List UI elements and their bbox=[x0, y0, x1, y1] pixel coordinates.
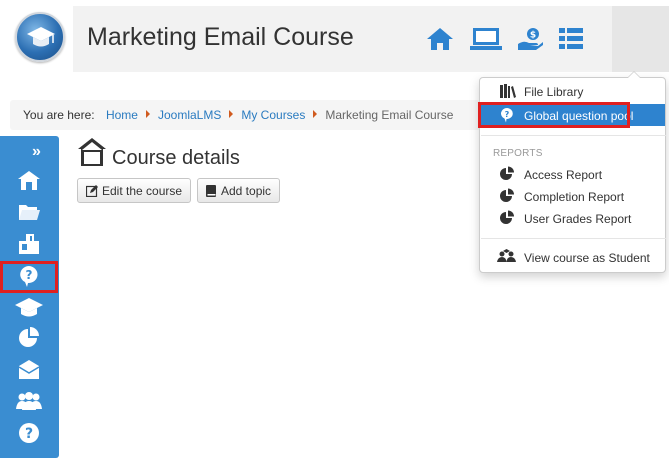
menu-divider bbox=[481, 135, 666, 136]
home-icon[interactable] bbox=[426, 26, 454, 52]
sidebar-highlight-frame bbox=[0, 261, 58, 293]
breadcrumb-separator bbox=[313, 110, 318, 118]
header-title-bar: Marketing Email Course $ bbox=[73, 6, 612, 72]
laptop-icon[interactable] bbox=[469, 26, 503, 52]
graduation-cap-icon[interactable] bbox=[14, 295, 44, 319]
menu-item-file-library[interactable]: File Library bbox=[480, 80, 665, 102]
books-icon bbox=[500, 84, 516, 98]
breadcrumb-joomlalms-link[interactable]: JoomlaLMS bbox=[158, 108, 221, 122]
hand-coin-icon[interactable]: $ bbox=[516, 26, 544, 52]
menu-item-label: View course as Student bbox=[524, 251, 650, 265]
menu-item-label: Completion Report bbox=[524, 190, 625, 204]
menu-list-icon[interactable] bbox=[557, 26, 585, 52]
course-home-icon bbox=[78, 138, 106, 166]
pie-chart-icon bbox=[500, 166, 514, 180]
graduation-cap-icon bbox=[27, 27, 55, 47]
book-icon bbox=[206, 185, 216, 197]
sidebar-collapse-button[interactable]: » bbox=[32, 143, 41, 161]
breadcrumb-prefix: You are here: bbox=[23, 108, 95, 122]
pie-chart-icon bbox=[500, 188, 514, 202]
menu-item-label: User Grades Report bbox=[524, 212, 632, 226]
menu-item-label: Access Report bbox=[524, 168, 603, 182]
header-right-panel bbox=[612, 6, 669, 72]
menu-item-label: File Library bbox=[524, 85, 584, 99]
page-header-title: Marketing Email Course bbox=[87, 23, 354, 51]
pie-chart-icon[interactable] bbox=[17, 326, 41, 350]
breadcrumb-current: Marketing Email Course bbox=[325, 108, 454, 122]
menu-item-user-grades-report[interactable]: User Grades Report bbox=[480, 207, 665, 229]
add-topic-button-label: Add topic bbox=[221, 184, 272, 198]
menu-item-completion-report[interactable]: Completion Report bbox=[480, 185, 665, 207]
students-icon bbox=[497, 249, 516, 262]
breadcrumb-separator bbox=[229, 110, 234, 118]
edit-icon bbox=[86, 185, 98, 197]
add-topic-button[interactable]: Add topic bbox=[197, 178, 281, 203]
page-title: Course details bbox=[112, 147, 240, 169]
help-icon[interactable]: ? bbox=[17, 421, 41, 445]
menu-item-view-as-student[interactable]: View course as Student bbox=[480, 246, 665, 268]
breadcrumb-separator bbox=[145, 110, 150, 118]
edit-course-button[interactable]: Edit the course bbox=[77, 178, 192, 203]
logo[interactable] bbox=[15, 12, 65, 62]
mail-icon[interactable] bbox=[17, 358, 41, 382]
svg-text:?: ? bbox=[25, 426, 33, 442]
users-icon[interactable] bbox=[15, 389, 43, 413]
breadcrumb-home-link[interactable]: Home bbox=[106, 108, 138, 122]
breadcrumb-my-courses-link[interactable]: My Courses bbox=[241, 108, 305, 122]
header: Marketing Email Course $ bbox=[0, 0, 669, 76]
pie-chart-icon bbox=[500, 210, 514, 224]
menu-section-header: REPORTS bbox=[493, 148, 543, 159]
highlight-frame bbox=[478, 102, 630, 128]
home-icon[interactable] bbox=[17, 169, 41, 193]
folder-icon[interactable] bbox=[17, 200, 41, 224]
course-menu-dropdown: File Library ? Global question pool REPO… bbox=[478, 71, 666, 273]
sidebar: » ? ? bbox=[0, 136, 59, 458]
puzzle-icon[interactable] bbox=[17, 232, 41, 256]
edit-course-button-label: Edit the course bbox=[102, 184, 183, 198]
menu-divider bbox=[481, 238, 666, 239]
breadcrumb: You are here: Home JoomlaLMS My Courses Mar… bbox=[10, 100, 480, 130]
svg-text:$: $ bbox=[530, 31, 536, 41]
menu-item-access-report[interactable]: Access Report bbox=[480, 163, 665, 185]
